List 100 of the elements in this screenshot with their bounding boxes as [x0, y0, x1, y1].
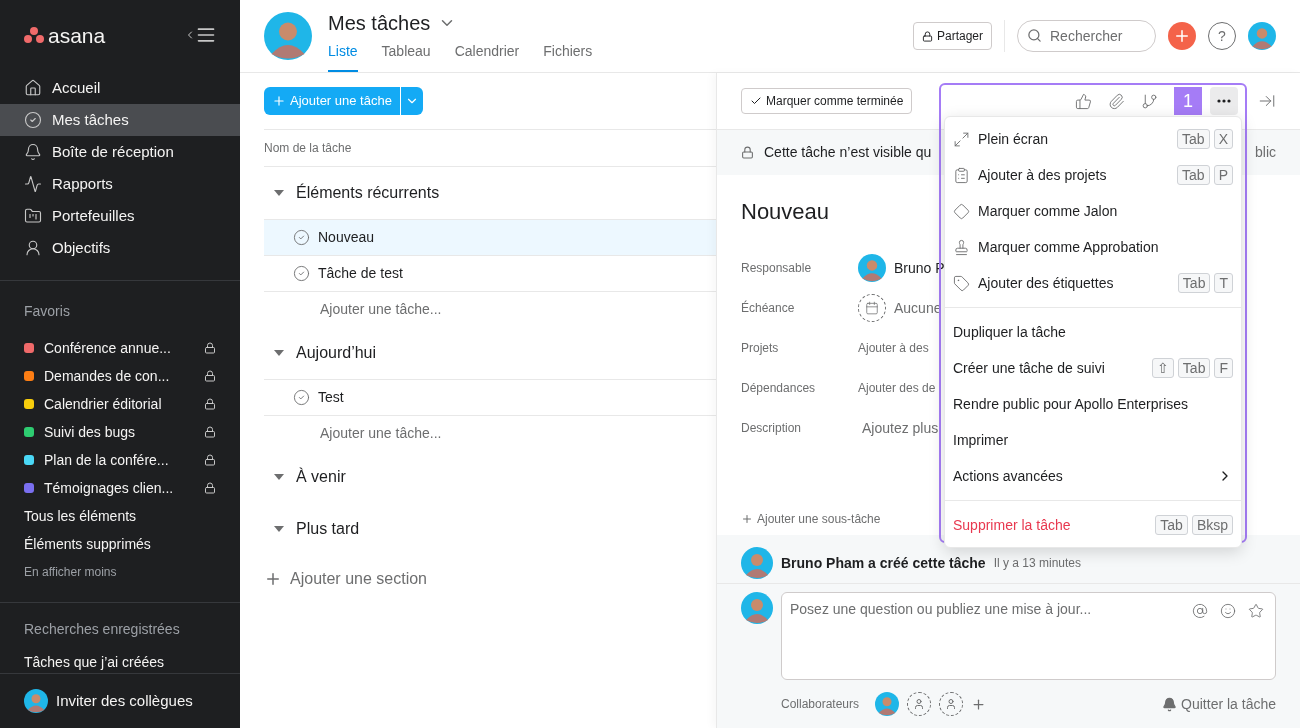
add-section-link[interactable]: Ajouter une section — [290, 567, 427, 591]
view-tab[interactable]: Fichiers — [543, 41, 593, 72]
privacy-banner-text-end: blic — [1255, 143, 1276, 162]
field-label: Responsable — [741, 260, 813, 277]
shortcut-key: Tab — [1177, 273, 1211, 293]
favorite-project[interactable]: Témoignages clien... — [24, 474, 216, 503]
shortcut-key: Tab — [1177, 358, 1211, 378]
shortcut-key: Tab — [1155, 515, 1188, 535]
menu-item-icon — [953, 130, 970, 148]
saved-search[interactable]: Tâches que j’ai créées — [24, 652, 216, 674]
collapse-triangle-icon[interactable] — [274, 474, 284, 480]
favorite-project[interactable]: Plan de la confére... — [24, 446, 216, 475]
share-button[interactable]: Partager — [912, 22, 992, 50]
shortcut-key: P — [1213, 165, 1233, 185]
column-header: Nom de la tâche — [264, 140, 352, 157]
shortcut-key: X — [1213, 129, 1233, 149]
field-label: Échéance — [741, 299, 796, 317]
menu-item[interactable]: Supprimer la tâche Tab Bksp — [945, 507, 1241, 543]
lock-icon — [921, 30, 933, 42]
favorite-project[interactable]: Conférence annue... — [24, 334, 216, 363]
add-task-dropdown[interactable] — [400, 87, 423, 115]
plus-icon — [1173, 27, 1191, 45]
like-icon — [1075, 92, 1092, 110]
task-row[interactable]: Test — [264, 379, 716, 415]
sidebar-link[interactable]: Éléments supprimés — [24, 530, 216, 559]
add-subtask-link[interactable]: Ajouter une sous-tâche — [757, 510, 881, 528]
shortcut-key: ⇧ — [1151, 358, 1174, 378]
menu-item[interactable]: Marquer comme Approbation — [945, 229, 1241, 265]
shortcut-key: F — [1214, 358, 1233, 378]
invite-link[interactable]: Inviter des collègues — [56, 689, 193, 713]
menu-item-icon — [953, 238, 970, 256]
activity-text: Bruno Pham a créé cette tâche — [781, 553, 986, 573]
menu-item-icon — [953, 202, 970, 220]
add-task-link[interactable]: Ajouter une tâche... — [320, 299, 442, 320]
section-title: Aujourd’hui — [296, 343, 377, 363]
nav-icon — [24, 239, 42, 258]
subtask-icon — [1141, 92, 1158, 110]
lock-icon — [204, 482, 216, 495]
menu-item[interactable]: Rendre public pour Apollo Enterprises — [945, 386, 1241, 422]
favorite-project[interactable]: Calendrier éditorial — [24, 390, 216, 419]
favorite-project[interactable]: Suivi des bugs — [24, 418, 216, 447]
collapse-triangle-icon[interactable] — [274, 190, 284, 196]
mention-icon[interactable] — [1192, 603, 1208, 619]
collapse-triangle-icon[interactable] — [274, 350, 284, 356]
view-tab[interactable]: Tableau — [381, 41, 431, 72]
activity-time: Il y a 13 minutes — [993, 555, 1081, 572]
field-value[interactable]: Ajouter à des — [858, 339, 929, 357]
description-field[interactable]: Ajoutez plus — [858, 417, 939, 439]
more-actions-button[interactable] — [1210, 87, 1238, 115]
emoji-icon[interactable] — [1220, 603, 1236, 619]
menu-item[interactable]: Ajouter des étiquettes Tab T — [945, 265, 1241, 301]
field-value[interactable]: Aucune — [894, 297, 942, 319]
plus-icon — [741, 513, 753, 525]
bell-icon — [1162, 696, 1178, 712]
field-label: Dépendances — [741, 380, 817, 397]
profile-avatar — [1248, 22, 1276, 50]
task-row[interactable]: Nouveau — [264, 219, 716, 255]
nav-item[interactable]: Portefeuilles — [0, 200, 240, 233]
task-row[interactable]: Tâche de test — [264, 255, 716, 291]
collapse-triangle-icon[interactable] — [274, 526, 284, 532]
sidebar-link[interactable]: Tous les éléments — [24, 502, 216, 531]
assignee-avatar — [858, 254, 886, 282]
nav-item[interactable]: Accueil — [0, 72, 240, 105]
logo-icon — [24, 27, 44, 44]
add-task-link[interactable]: Ajouter une tâche... — [320, 423, 442, 444]
menu-item[interactable]: Plein écran Tab X — [945, 121, 1241, 157]
comment-field[interactable]: Posez une question ou publiez une mise à jour... — [781, 592, 1276, 680]
shortcut-key: T — [1214, 273, 1233, 293]
shortcut-key: Bksp — [1191, 515, 1233, 535]
add-collaborator-icon — [971, 696, 987, 712]
task-title: Nouveau — [741, 198, 830, 226]
leave-task-button[interactable]: Quitter la tâche — [1162, 693, 1276, 715]
show-less-link[interactable]: En afficher moins — [24, 558, 216, 587]
menu-item[interactable]: Marquer comme Jalon — [945, 193, 1241, 229]
nav-item[interactable]: Objectifs — [0, 232, 240, 265]
view-tab[interactable]: Calendrier — [454, 41, 520, 72]
search-field[interactable]: Rechercher — [1017, 20, 1156, 52]
invite-avatar — [24, 689, 48, 714]
check-icon — [750, 95, 762, 107]
menu-item[interactable]: Ajouter à des projets Tab P — [945, 157, 1241, 193]
field-value[interactable]: Ajouter des de — [858, 379, 936, 397]
nav-icon — [24, 175, 42, 194]
menu-item[interactable]: Créer une tâche de suivi ⇧ Tab F — [945, 350, 1241, 386]
logo-text: asana — [48, 24, 106, 46]
favorite-project[interactable]: Demandes de con... — [24, 362, 216, 391]
search-icon — [1027, 28, 1042, 43]
plus-icon — [264, 570, 282, 588]
star-icon[interactable] — [1248, 603, 1264, 619]
nav-item[interactable]: Boîte de réception — [0, 136, 240, 169]
mark-complete-button[interactable]: Marquer comme terminée — [741, 88, 913, 114]
nav-item[interactable]: Rapports — [0, 168, 240, 201]
menu-item[interactable]: Dupliquer la tâche — [945, 314, 1241, 350]
nav-icon — [24, 143, 42, 162]
add-button[interactable] — [1168, 22, 1196, 50]
lock-icon — [204, 342, 216, 355]
menu-item[interactable]: Imprimer — [945, 422, 1241, 458]
complete-check-icon — [293, 389, 310, 406]
nav-item[interactable]: Mes tâches — [0, 104, 240, 137]
menu-item[interactable]: Actions avancées — [945, 458, 1241, 494]
view-tab[interactable]: Liste — [328, 41, 358, 72]
